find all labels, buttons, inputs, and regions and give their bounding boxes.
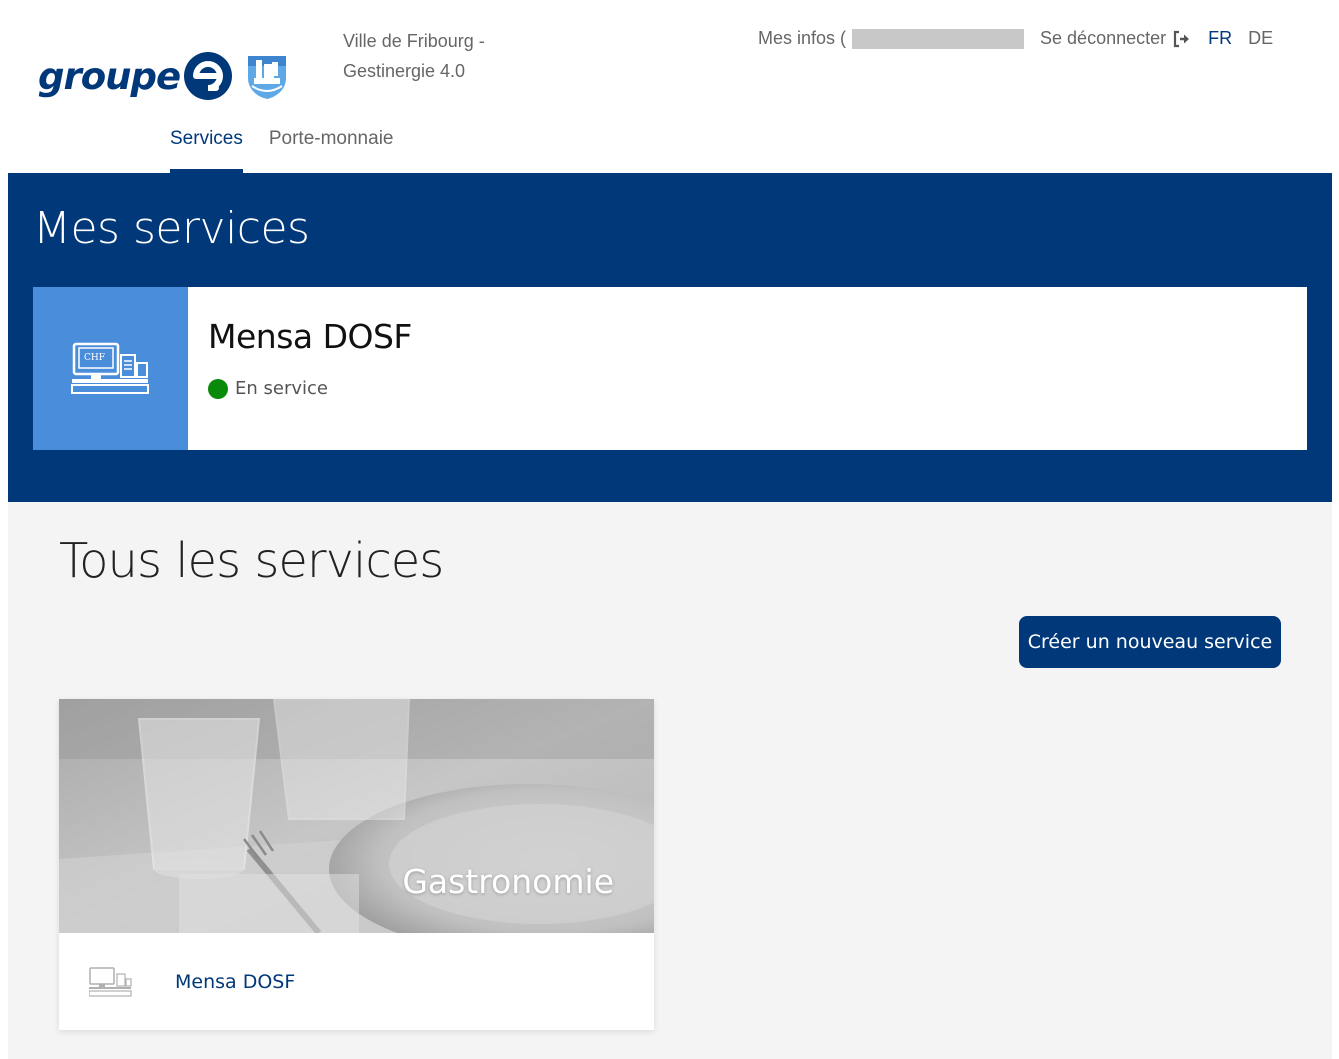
service-body: Mensa DOSF En service: [188, 287, 412, 450]
create-service-button[interactable]: Créer un nouveau service: [1019, 616, 1281, 668]
organization-name: Ville de Fribourg - Gestinergie 4.0: [343, 26, 543, 86]
my-services-title: Mes services: [33, 203, 310, 254]
header: groupe Ville de Fribourg - Gestinergie 4…: [8, 10, 1332, 173]
service-status: En service: [208, 378, 412, 399]
page: groupe Ville de Fribourg - Gestinergie 4…: [8, 10, 1332, 1059]
service-icon-box: CHF: [33, 287, 188, 450]
my-info-link[interactable]: Mes infos (: [758, 28, 846, 49]
nav-tabs: Services Porte-monnaie: [170, 124, 419, 173]
cash-register-icon: CHF: [70, 342, 149, 394]
tab-services[interactable]: Services: [170, 124, 243, 173]
logo-text: groupe: [38, 54, 181, 98]
logout-link[interactable]: Se déconnecter: [1040, 28, 1166, 49]
groupe-e-logo[interactable]: groupe: [38, 46, 233, 106]
city-crest-icon: [248, 56, 286, 99]
category-card-gastronomie[interactable]: Gastronomie Mensa DOSF: [59, 699, 654, 1030]
my-services-section: Mes services CHF Mensa DOSF En service: [8, 173, 1332, 502]
language-de[interactable]: DE: [1248, 28, 1273, 49]
org-line-1: Ville de Fribourg -: [343, 31, 485, 51]
service-name[interactable]: Mensa DOSF: [208, 317, 412, 356]
category-image: Gastronomie: [59, 699, 654, 933]
org-line-2: Gestinergie 4.0: [343, 61, 466, 81]
language-fr[interactable]: FR: [1208, 28, 1232, 49]
user-bar: Mes infos ( Se déconnecter FR DE: [758, 28, 1289, 49]
category-service-name[interactable]: Mensa DOSF: [175, 971, 295, 993]
logout-icon[interactable]: [1172, 30, 1192, 48]
chf-text: CHF: [84, 353, 105, 363]
category-label: Gastronomie: [402, 862, 614, 901]
category-service-row[interactable]: Mensa DOSF: [59, 933, 654, 1030]
my-service-card[interactable]: CHF Mensa DOSF En service: [33, 287, 1307, 450]
logo-e-icon: [184, 52, 233, 100]
status-dot-icon: [208, 378, 228, 399]
all-services-title: Tous les services: [59, 533, 444, 589]
cash-register-icon: [89, 966, 132, 997]
tab-porte-monnaie[interactable]: Porte-monnaie: [269, 124, 394, 173]
status-text: En service: [235, 378, 328, 399]
redacted-username: [852, 28, 1025, 49]
